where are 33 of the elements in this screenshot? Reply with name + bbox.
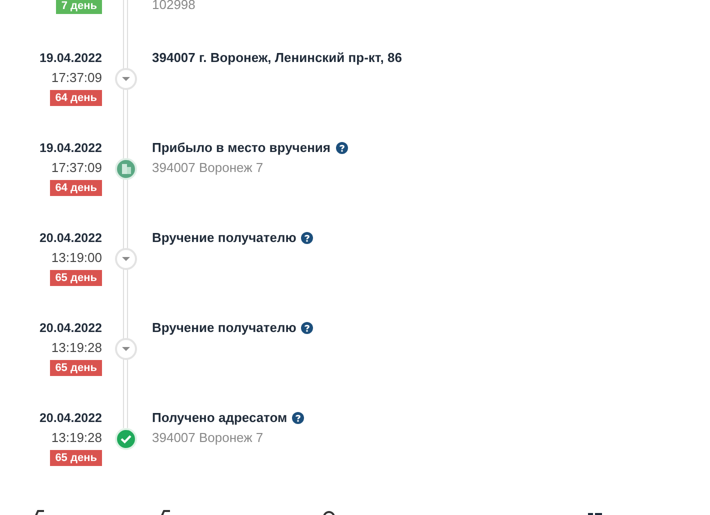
event-subtitle: 394007 Воронеж 7 [152, 159, 264, 177]
event-time: 13:19:28 [51, 429, 102, 447]
days-badge: 65 день [50, 360, 102, 376]
event-date: 20.04.2022 [39, 230, 102, 247]
building-icon [115, 158, 137, 180]
event-time: 17:37:09 [51, 69, 102, 87]
event-time: 17:37:09 [51, 159, 102, 177]
event-title: Получено адресатом [152, 409, 288, 427]
event-title: Вручение получателю [152, 319, 296, 337]
days-badge: 65 день [50, 270, 102, 286]
days-badge: 65 день [50, 450, 102, 466]
event-time: 13:19:00 [51, 249, 102, 267]
days-badge: 64 день [50, 90, 102, 106]
help-icon[interactable] [336, 142, 348, 154]
check-icon [115, 428, 137, 450]
event-title: Прибыло в место вручения [152, 139, 331, 157]
caret-down-icon [115, 248, 137, 270]
caret-down-icon [115, 338, 137, 360]
help-icon[interactable] [301, 232, 314, 244]
caret-down-icon [115, 68, 137, 90]
help-icon[interactable] [301, 322, 314, 334]
event-date: 19.04.2022 [39, 50, 102, 67]
event-date: 20.04.2022 [39, 320, 102, 337]
event-subtitle: 394007 Воронеж 7 [152, 429, 264, 447]
days-badge: 64 день [50, 180, 102, 196]
event-date: 19.04.2022 [39, 140, 102, 157]
event-date: 20.04.2022 [39, 410, 102, 427]
event-time: 13:19:28 [51, 339, 102, 357]
event-subtitle: 102998 [152, 0, 196, 12]
event-title: Вручение получателю [152, 229, 296, 247]
help-icon[interactable] [292, 412, 304, 424]
days-badge: 7 день [56, 0, 102, 14]
event-title: 394007 г. Воронеж, Ленинский пр-кт, 86 [152, 49, 402, 67]
